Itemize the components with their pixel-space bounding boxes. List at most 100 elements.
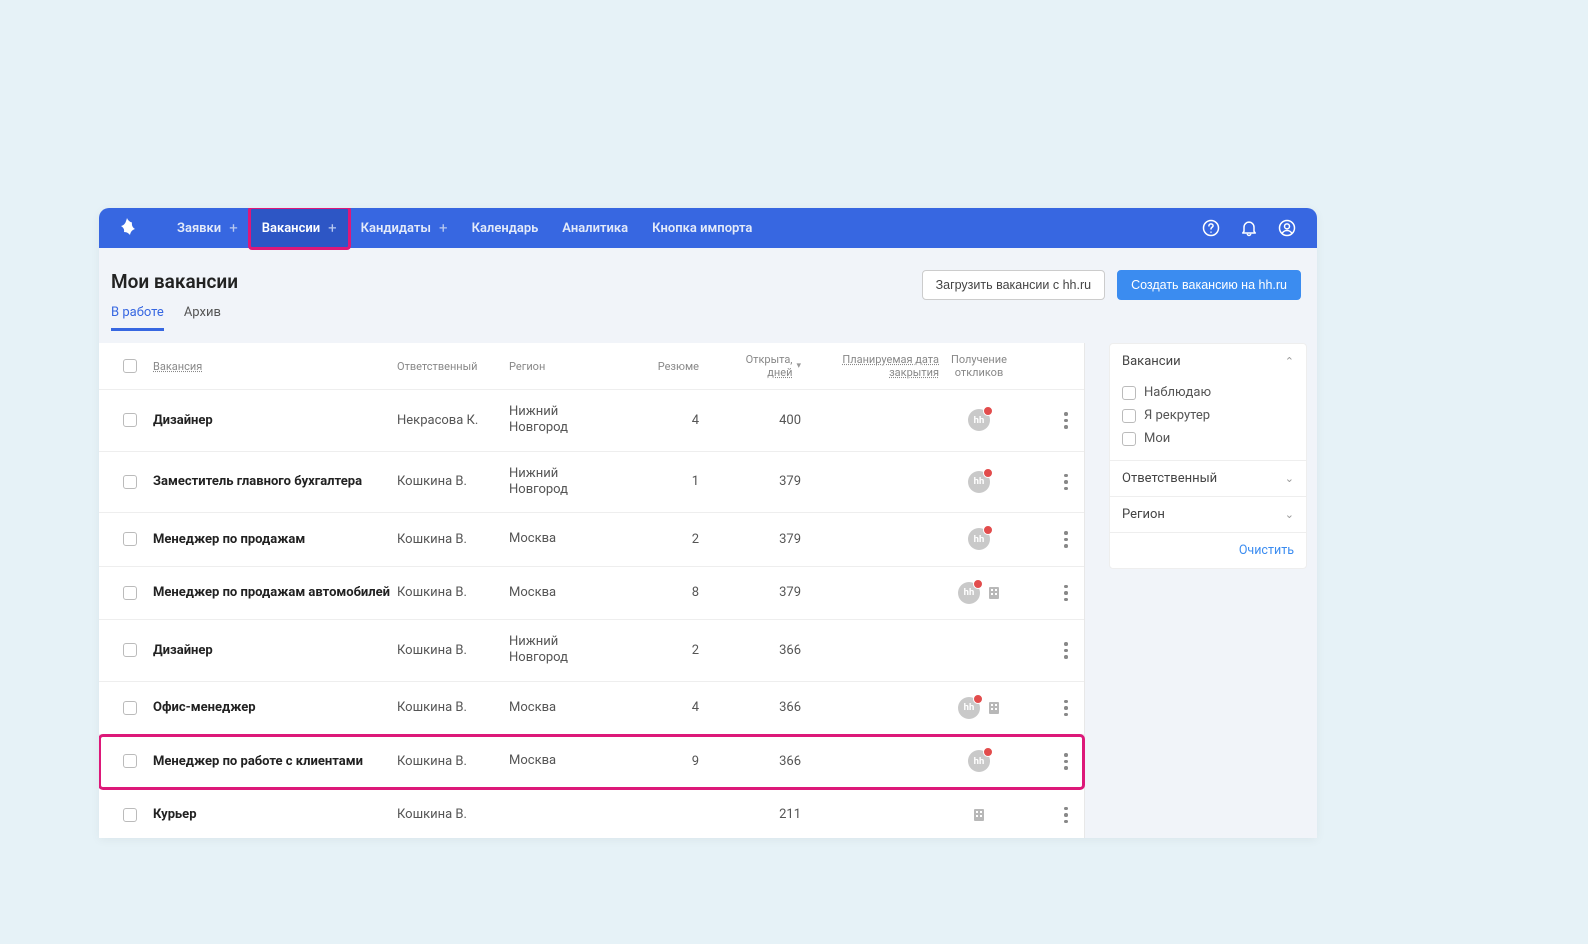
responses-cell: [939, 807, 1019, 823]
filter-section-vacancies[interactable]: Вакансии ⌃: [1110, 344, 1306, 379]
responses-cell: hh: [939, 697, 1019, 719]
filter-section-responsible[interactable]: Ответственный ⌄: [1110, 461, 1306, 496]
hh-badge-icon[interactable]: hh: [958, 582, 980, 604]
user-profile-icon[interactable]: [1277, 218, 1297, 238]
responsible-cell: Кошкина В.: [397, 643, 509, 658]
resume-count: 4: [629, 700, 699, 715]
nav-item-2[interactable]: Кандидаты+: [349, 208, 460, 248]
filter-option-label: Наблюдаю: [1144, 385, 1211, 400]
region-cell: Москва: [509, 700, 629, 716]
th-responses[interactable]: Получение откликов: [939, 353, 1019, 379]
region-cell: Москва: [509, 531, 629, 547]
more-actions-icon[interactable]: [1060, 696, 1068, 721]
resume-count: 2: [629, 643, 699, 658]
th-resume[interactable]: Резюме: [629, 360, 699, 373]
responses-cell: hh: [939, 409, 1019, 431]
more-actions-icon[interactable]: [1060, 408, 1068, 433]
app-logo-icon: [115, 216, 139, 240]
load-vacancies-button[interactable]: Загрузить вакансии с hh.ru: [922, 270, 1106, 300]
hh-badge-icon[interactable]: hh: [968, 471, 990, 493]
nav-item-label: Аналитика: [562, 221, 628, 236]
hh-badge-icon[interactable]: hh: [968, 528, 990, 550]
bell-icon[interactable]: [1239, 218, 1259, 238]
nav-item-5[interactable]: Кнопка импорта: [640, 210, 764, 247]
page-header: Мои вакансии В работеАрхив Загрузить вак…: [99, 248, 1317, 331]
th-region[interactable]: Регион: [509, 360, 629, 373]
table-row[interactable]: Офис-менеджерКошкина В.Москва4366hh: [99, 682, 1084, 736]
row-checkbox[interactable]: [123, 475, 137, 489]
th-planned-close[interactable]: Планируемая дата закрытия: [801, 353, 939, 379]
clear-filters-button[interactable]: Очистить: [1110, 533, 1306, 568]
nav-item-label: Вакансии: [262, 221, 320, 236]
table-row[interactable]: ДизайнерНекрасова К.НижнийНовгород4400hh: [99, 390, 1084, 452]
resume-count: 4: [629, 413, 699, 428]
responsible-cell: Кошкина В.: [397, 532, 509, 547]
nav-item-1[interactable]: Вакансии +: [250, 208, 349, 248]
more-actions-icon[interactable]: [1060, 749, 1068, 774]
table-row[interactable]: КурьерКошкина В.211: [99, 789, 1084, 839]
region-cell: НижнийНовгород: [509, 404, 629, 437]
filter-option-label: Мои: [1144, 431, 1170, 446]
table-row[interactable]: ДизайнерКошкина В.НижнийНовгород2366: [99, 620, 1084, 682]
responses-cell: hh: [939, 528, 1019, 550]
row-checkbox[interactable]: [123, 586, 137, 600]
more-actions-icon[interactable]: [1060, 638, 1068, 663]
tab-0[interactable]: В работе: [111, 305, 164, 331]
nav-item-3[interactable]: Календарь: [460, 210, 551, 247]
table-row[interactable]: Заместитель главного бухгалтераКошкина В…: [99, 452, 1084, 514]
more-actions-icon[interactable]: [1060, 470, 1068, 495]
th-responsible[interactable]: Ответственный: [397, 360, 509, 373]
region-cell: НижнийНовгород: [509, 634, 629, 667]
row-checkbox[interactable]: [123, 754, 137, 768]
th-vacancy[interactable]: Вакансия: [153, 360, 397, 373]
row-checkbox[interactable]: [123, 808, 137, 822]
more-actions-icon[interactable]: [1060, 581, 1068, 606]
resume-count: 8: [629, 585, 699, 600]
th-days-open[interactable]: Открыта, дней ▾: [699, 353, 801, 379]
hh-badge-icon[interactable]: hh: [958, 697, 980, 719]
row-checkbox[interactable]: [123, 643, 137, 657]
nav-item-4[interactable]: Аналитика: [550, 210, 640, 247]
vacancy-name: Офис-менеджер: [153, 700, 397, 715]
row-checkbox[interactable]: [123, 701, 137, 715]
responsible-cell: Кошкина В.: [397, 474, 509, 489]
row-checkbox[interactable]: [123, 413, 137, 427]
hh-badge-icon[interactable]: hh: [968, 750, 990, 772]
more-actions-icon[interactable]: [1060, 527, 1068, 552]
filter-option-2[interactable]: Мои: [1122, 427, 1294, 450]
alert-dot-icon: [983, 468, 993, 478]
plus-icon[interactable]: +: [328, 219, 337, 237]
vacancy-name: Дизайнер: [153, 643, 397, 658]
row-checkbox[interactable]: [123, 532, 137, 546]
building-icon[interactable]: [986, 700, 1002, 716]
responsible-cell: Некрасова К.: [397, 413, 509, 428]
vacancy-name: Курьер: [153, 807, 397, 822]
table-row[interactable]: Менеджер по продажамКошкина В.Москва2379…: [99, 513, 1084, 567]
select-all-checkbox[interactable]: [123, 359, 137, 373]
checkbox[interactable]: [1122, 409, 1136, 423]
create-vacancy-button[interactable]: Создать вакансию на hh.ru: [1117, 270, 1301, 300]
help-icon[interactable]: [1201, 218, 1221, 238]
plus-icon[interactable]: +: [229, 219, 238, 237]
table-row[interactable]: Менеджер по работе с клиентамиКошкина В.…: [99, 735, 1084, 789]
filter-option-label: Я рекрутер: [1144, 408, 1210, 423]
nav-item-0[interactable]: Заявки +: [165, 208, 250, 248]
nav-item-label: Заявки: [177, 221, 221, 236]
resume-count: 9: [629, 754, 699, 769]
filter-option-0[interactable]: Наблюдаю: [1122, 381, 1294, 404]
plus-icon[interactable]: +: [439, 219, 448, 237]
building-icon[interactable]: [971, 807, 987, 823]
building-icon[interactable]: [986, 585, 1002, 601]
alert-dot-icon: [983, 525, 993, 535]
checkbox[interactable]: [1122, 432, 1136, 446]
hh-badge-icon[interactable]: hh: [968, 409, 990, 431]
vacancy-name: Менеджер по работе с клиентами: [153, 754, 397, 769]
vacancies-table: Вакансия Ответственный Регион Резюме Отк…: [99, 343, 1085, 838]
checkbox[interactable]: [1122, 386, 1136, 400]
tab-1[interactable]: Архив: [184, 305, 221, 331]
filter-section-region[interactable]: Регион ⌄: [1110, 497, 1306, 532]
days-open: 400: [699, 413, 801, 428]
table-row[interactable]: Менеджер по продажам автомобилейКошкина …: [99, 567, 1084, 621]
filter-option-1[interactable]: Я рекрутер: [1122, 404, 1294, 427]
more-actions-icon[interactable]: [1060, 803, 1068, 828]
